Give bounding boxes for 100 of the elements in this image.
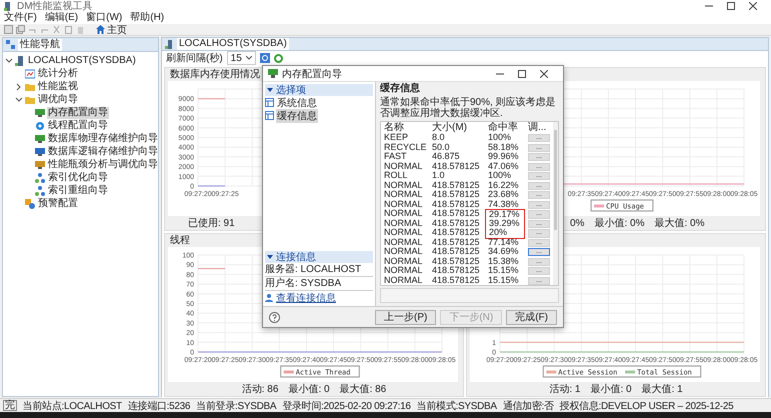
table-cell-text: 23.68% (487, 190, 520, 200)
caret-icon (246, 56, 252, 60)
home-button[interactable]: 主页 (94, 22, 129, 36)
table-icon (265, 111, 274, 120)
tree-item[interactable]: 数据库逻辑存储维护向导 (47, 146, 159, 158)
section-header[interactable]: 连接信息 (265, 251, 373, 263)
series-line (198, 268, 226, 270)
tree-item[interactable]: 内存配置向导 (47, 106, 109, 118)
section-header[interactable]: 选择项 (265, 84, 373, 96)
window-title: DM性能监视工具 (17, 0, 93, 12)
table-cell-text: 418.578125 (431, 256, 481, 266)
table-cell-text: 418.578125 (431, 266, 481, 276)
table-cell-text: 418.578125 (431, 247, 481, 257)
table-cell-text: 418.578125 (431, 190, 481, 200)
table-cell-text: 418.578125 (431, 200, 481, 210)
table-cell-text: 100% (487, 133, 512, 143)
monitor-icon (35, 134, 45, 144)
table-cell-text: NORMAL (383, 180, 424, 190)
table-cell-text: 418.578125 (431, 276, 481, 286)
status-text: 登录时间:2025-02-20 09:27:16 (282, 400, 411, 412)
table-cell-text: 418.578125 (431, 180, 481, 190)
monitor-icon (35, 146, 45, 156)
table-cell-text: 47.06% (487, 162, 520, 172)
table-cell-text: 1.0 (431, 171, 446, 181)
series-line (198, 185, 226, 187)
dialog-title: 内存配置向导 (282, 68, 343, 80)
collapse-icon (267, 254, 273, 260)
tree-item[interactable]: 索引优化向导 (47, 172, 109, 184)
table-cell-text: NORMAL (383, 228, 424, 238)
stat-label: 最大值: 0% (654, 216, 704, 230)
table-cell-text: 34.69% (487, 247, 520, 257)
table-cell-text: 99.96% (487, 152, 520, 162)
option-item[interactable]: 系统信息 (276, 96, 318, 110)
table-cell-text: KEEP (383, 133, 410, 143)
tree-item[interactable]: 数据库物理存储维护向导 (47, 132, 159, 144)
table-cell-text: NORMAL (383, 190, 424, 200)
monitor-icon (35, 108, 45, 118)
status-text: 授权信息:DEVELOP USER – 2025-12-25 (560, 400, 734, 412)
wizard-button[interactable]: 完成(F) (506, 310, 557, 324)
stat-label: 最小值: 0 (288, 382, 330, 396)
chart-icon (25, 68, 35, 78)
server-icon (15, 56, 25, 66)
table-cell-text: FAST (383, 152, 408, 162)
collapse-icon[interactable] (5, 56, 13, 64)
column-header[interactable]: 大小(M) (429, 122, 485, 133)
page-title: 缓存信息 (380, 82, 421, 95)
maximize-icon[interactable] (727, 2, 735, 10)
collapse-icon[interactable] (15, 96, 23, 104)
close-icon[interactable] (749, 2, 757, 10)
description-text: 通常如果命中率低于90%, 则应该考虑是否调整应用增大数据缓冲区. (380, 96, 557, 121)
table-cell-text: 100% (487, 171, 512, 181)
table-icon (265, 98, 274, 107)
tree-item[interactable]: 索引重组向导 (47, 184, 109, 196)
table-cell-text: NORMAL (383, 209, 424, 220)
menu-item[interactable]: 帮助(H) (130, 12, 164, 24)
stat-label: 最大值: 1 (642, 382, 683, 396)
status-text: 连接端口:5236 (128, 400, 190, 412)
table-cell-text: 418.578125 (431, 228, 481, 238)
column-header[interactable]: 调... (525, 122, 553, 133)
close-icon[interactable] (540, 70, 548, 78)
table-cell-text: 418.578125 (431, 218, 481, 228)
person-icon (265, 293, 274, 302)
menu-item[interactable]: 文件(F) (4, 12, 37, 24)
table-cell-text: 16.22% (487, 180, 520, 190)
gear-icon (35, 120, 45, 130)
hierarchy-icon (35, 186, 45, 196)
help-icon[interactable] (269, 312, 280, 322)
tree-item[interactable]: 线程配置向导 (47, 120, 109, 132)
tree-item[interactable]: 性能瓶颈分析与调优向导 (47, 158, 159, 170)
panel-tab[interactable]: 性能导航 (18, 38, 62, 50)
editor-tab[interactable]: LOCALHOST(SYSDBA) (177, 38, 289, 50)
stat-label: 活动: 1 (549, 383, 580, 396)
column-header[interactable]: 名称 (381, 122, 429, 133)
interval-select[interactable]: 15 (226, 51, 256, 65)
table-cell-text: NORMAL (383, 218, 424, 228)
monitor-icon (268, 69, 278, 78)
table-cell-text: 46.875 (431, 152, 461, 162)
menu-item[interactable]: 窗口(W) (86, 12, 122, 24)
tree-item[interactable]: 统计分析 (37, 68, 79, 80)
highlighted-cell: 29.17% (485, 209, 525, 220)
stat-label: 活动: 86 (242, 383, 278, 396)
connection-link[interactable]: 查看连接信息 (276, 290, 336, 304)
monitor-icon (35, 160, 45, 170)
tree-item[interactable]: 性能监视 (37, 80, 79, 92)
home-icon (96, 25, 105, 34)
table-cell-text: 418.578125 (431, 238, 481, 248)
table-cell-text: ROLL (383, 171, 409, 181)
tree-item[interactable]: 预警配置 (37, 198, 79, 210)
menu-item[interactable]: 编辑(E) (44, 12, 78, 24)
expand-icon[interactable] (15, 82, 23, 90)
scrollbar-thumb[interactable] (554, 130, 557, 230)
maximize-icon[interactable] (518, 70, 526, 78)
column-header[interactable]: 命中率 (485, 122, 525, 133)
tree-item[interactable]: 调优向导 (37, 94, 79, 106)
refresh-label: 刷新间隔(秒) (166, 52, 223, 65)
table-cell-text: 74.38% (487, 200, 520, 210)
wizard-button[interactable]: 上一步(P) (374, 310, 436, 324)
tree-item[interactable]: LOCALHOST(SYSDBA) (27, 54, 137, 66)
option-item[interactable]: 缓存信息 (276, 108, 318, 122)
table-cell-text: 58.18% (487, 142, 520, 152)
